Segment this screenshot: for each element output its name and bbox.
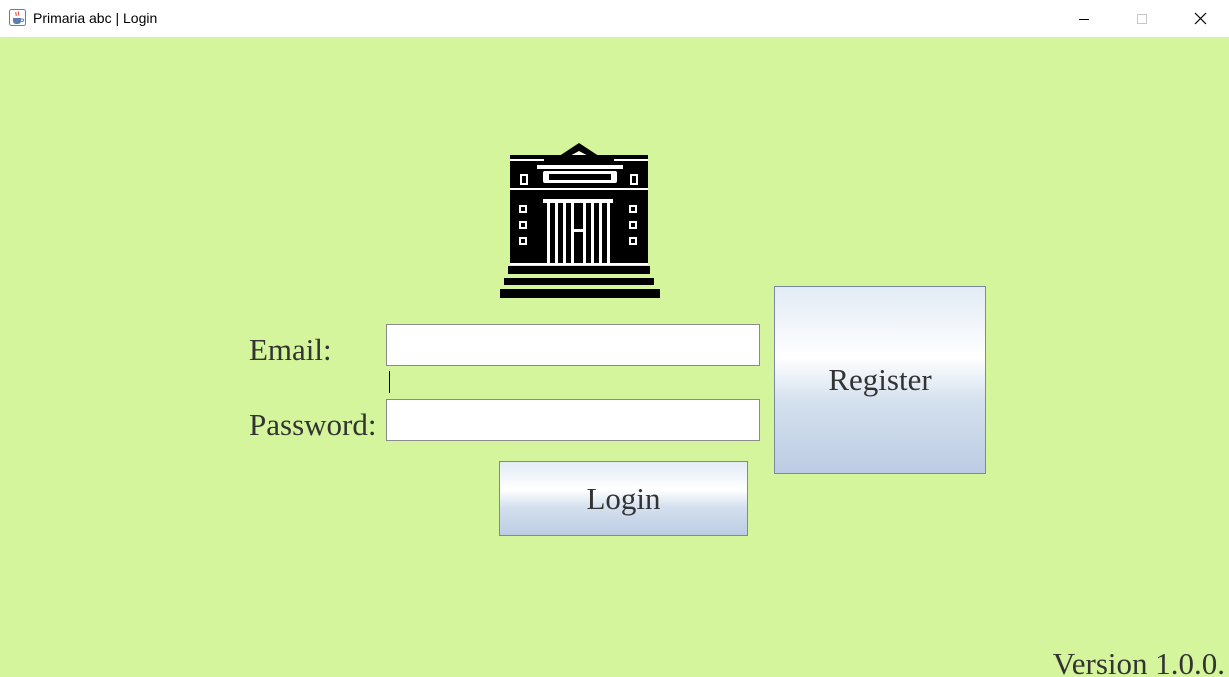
email-input[interactable] — [386, 324, 760, 366]
register-button-label: Register — [828, 362, 932, 397]
login-panel: Email: Password: Login Register Version … — [0, 37, 1229, 677]
register-button[interactable]: Register — [774, 286, 986, 474]
close-button[interactable] — [1171, 0, 1229, 37]
login-button-label: Login — [586, 480, 661, 516]
text-caret — [389, 371, 390, 393]
maximize-icon — [1137, 13, 1147, 24]
password-input[interactable] — [386, 399, 760, 441]
minimize-icon — [1079, 18, 1089, 20]
version-label: Version 1.0.0. — [1052, 646, 1225, 677]
maximize-button[interactable] — [1113, 0, 1171, 37]
login-button[interactable]: Login — [499, 461, 748, 536]
java-cup-icon — [9, 9, 26, 26]
window-title: Primaria abc | Login — [33, 10, 158, 26]
login-window: Primaria abc | Login Email: Password: Lo… — [0, 0, 1229, 677]
government-building-icon — [500, 143, 660, 298]
title-bar: Primaria abc | Login — [0, 0, 1229, 37]
email-label: Email: — [249, 332, 332, 367]
minimize-button[interactable] — [1055, 0, 1113, 37]
close-icon — [1194, 12, 1206, 25]
password-label: Password: — [249, 407, 377, 442]
